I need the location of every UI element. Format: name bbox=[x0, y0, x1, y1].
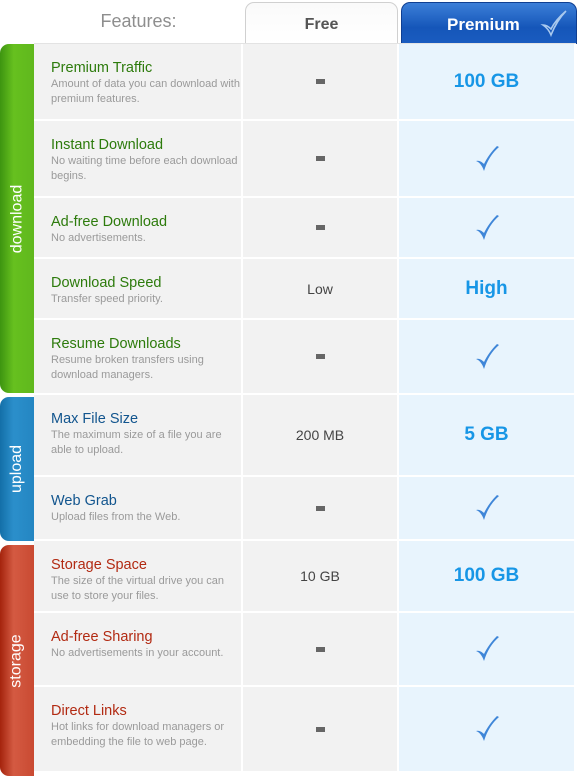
feature-title: Web Grab bbox=[51, 493, 117, 509]
table-row: Instant Download No waiting time before e… bbox=[34, 121, 576, 198]
check-icon bbox=[475, 716, 499, 741]
premium-value: 100 GB bbox=[453, 565, 520, 586]
feature-title: Resume Downloads bbox=[51, 336, 181, 352]
free-cell bbox=[243, 198, 399, 257]
check-icon bbox=[475, 145, 499, 171]
premium-value: 5 GB bbox=[464, 424, 509, 445]
feature-description: No waiting time before each download beg… bbox=[51, 155, 238, 182]
premium-cell bbox=[399, 477, 574, 539]
free-cell bbox=[243, 687, 399, 771]
table-row: Storage Space The size of the virtual dri… bbox=[34, 541, 576, 613]
free-cell bbox=[243, 44, 399, 119]
feature-cell: Direct Links Hot links for download manag… bbox=[34, 687, 243, 771]
premium-cell: High bbox=[399, 259, 574, 318]
feature-title: Direct Links bbox=[51, 703, 127, 719]
feature-description: No advertisements. bbox=[51, 232, 146, 244]
plan-tab-premium[interactable]: Premium bbox=[401, 2, 577, 44]
table-row: Ad-free Sharing No advertisements in your… bbox=[34, 613, 576, 687]
feature-cell: Premium Traffic Amount of data you can do… bbox=[34, 44, 243, 119]
free-cell: 200 MB bbox=[243, 395, 399, 475]
check-icon bbox=[475, 636, 499, 661]
premium-cell bbox=[399, 121, 574, 196]
premium-value: High bbox=[465, 277, 508, 299]
dash-icon bbox=[315, 646, 325, 652]
group-tab-storage: storage bbox=[0, 545, 34, 776]
premium-cell bbox=[399, 613, 574, 685]
free-cell: 10 GB bbox=[243, 541, 399, 611]
dash-icon bbox=[315, 79, 325, 84]
feature-description: Resume broken transfers using download m… bbox=[51, 354, 204, 381]
premium-cell: 100 GB bbox=[399, 541, 574, 611]
feature-description: The size of the virtual drive you can us… bbox=[51, 575, 225, 602]
dash-icon bbox=[315, 156, 325, 161]
free-cell bbox=[243, 320, 399, 393]
plan-tab-free-label: Free bbox=[304, 16, 339, 33]
free-cell bbox=[243, 613, 399, 685]
feature-title: Download Speed bbox=[51, 275, 162, 291]
table-row: Direct Links Hot links for download manag… bbox=[34, 687, 576, 773]
feature-description: No advertisements in your account. bbox=[51, 647, 224, 659]
group-tab-download: download bbox=[0, 44, 34, 393]
free-cell: Low bbox=[243, 259, 399, 318]
comparison-table: Premium Traffic Amount of data you can do… bbox=[34, 43, 576, 773]
feature-cell: Instant Download No waiting time before e… bbox=[34, 121, 243, 196]
feature-description: Upload files from the Web. bbox=[51, 511, 181, 523]
dash-icon bbox=[315, 505, 325, 511]
table-row: Web Grab Upload files from the Web. bbox=[34, 477, 576, 541]
free-value: 10 GB bbox=[300, 568, 340, 584]
table-row: Ad-free Download No advertisements. bbox=[34, 198, 576, 259]
feature-title: Premium Traffic bbox=[51, 60, 153, 76]
free-cell bbox=[243, 477, 399, 539]
feature-cell: Max File Size The maximum size of a file … bbox=[34, 395, 243, 475]
feature-title: Storage Space bbox=[51, 557, 147, 573]
dash-icon bbox=[315, 726, 325, 732]
features-label: Features: bbox=[100, 11, 177, 31]
feature-cell: Web Grab Upload files from the Web. bbox=[34, 477, 243, 539]
feature-description: The maximum size of a file you are able … bbox=[51, 429, 222, 456]
check-icon bbox=[475, 495, 499, 520]
feature-title: Instant Download bbox=[51, 137, 164, 153]
feature-cell: Download Speed Transfer speed priority. bbox=[34, 259, 243, 318]
table-row: Max File Size The maximum size of a file … bbox=[34, 395, 576, 477]
free-value: 200 MB bbox=[295, 427, 345, 443]
plan-header: Features: Free Premium bbox=[0, 0, 579, 44]
premium-value: 100 GB bbox=[453, 70, 520, 92]
premium-cell bbox=[399, 198, 574, 257]
premium-cell: 100 GB bbox=[399, 44, 574, 119]
feature-cell: Storage Space The size of the virtual dri… bbox=[34, 541, 243, 611]
dash-icon bbox=[315, 225, 325, 230]
feature-cell: Ad-free Sharing No advertisements in your… bbox=[34, 613, 243, 685]
feature-description: Amount of data you can download with pre… bbox=[51, 78, 240, 105]
check-icon bbox=[475, 214, 499, 240]
check-icon bbox=[475, 343, 499, 369]
plan-tab-free[interactable]: Free bbox=[245, 2, 398, 44]
plan-tab-premium-label: Premium bbox=[447, 15, 520, 34]
feature-cell: Resume Downloads Resume broken transfers … bbox=[34, 320, 243, 393]
group-label-upload: upload bbox=[8, 444, 26, 494]
table-row: Premium Traffic Amount of data you can do… bbox=[34, 44, 576, 121]
premium-cell: 5 GB bbox=[399, 395, 574, 475]
table-row: Download Speed Transfer speed priority. Lo… bbox=[34, 259, 576, 320]
premium-cell bbox=[399, 320, 574, 393]
feature-description: Hot links for download managers or embed… bbox=[51, 721, 225, 748]
feature-title: Ad-free Sharing bbox=[51, 629, 153, 645]
feature-title: Max File Size bbox=[51, 411, 139, 427]
group-tab-upload: upload bbox=[0, 397, 34, 541]
feature-title: Ad-free Download bbox=[51, 214, 168, 230]
dash-icon bbox=[315, 354, 325, 359]
group-label-storage: storage bbox=[8, 633, 25, 688]
feature-description: Transfer speed priority. bbox=[51, 293, 163, 305]
check-icon bbox=[540, 10, 567, 38]
premium-cell bbox=[399, 687, 574, 771]
free-value: Low bbox=[307, 280, 333, 297]
feature-cell: Ad-free Download No advertisements. bbox=[34, 198, 243, 257]
group-label-download: download bbox=[8, 184, 25, 253]
free-cell bbox=[243, 121, 399, 196]
table-row: Resume Downloads Resume broken transfers … bbox=[34, 320, 576, 395]
